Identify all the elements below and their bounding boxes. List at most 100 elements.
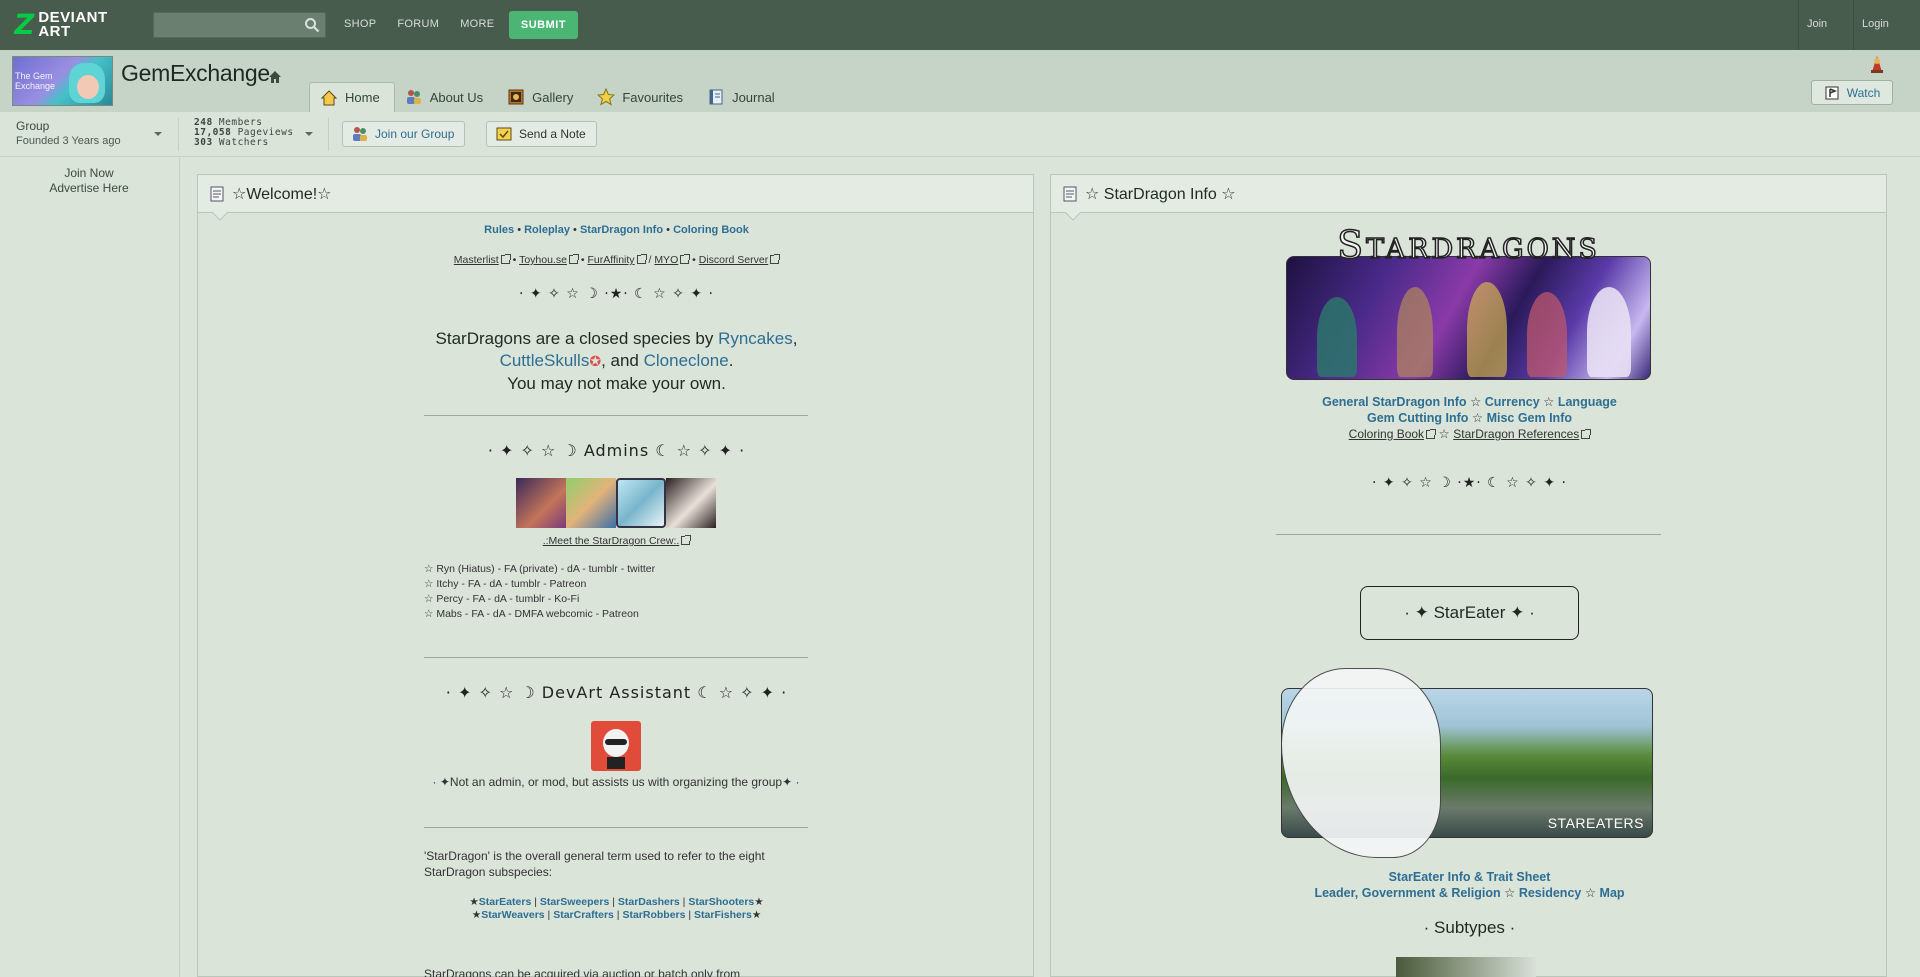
group-name[interactable]: GemExchange [121, 60, 270, 87]
group-type-label: Group [16, 119, 50, 133]
subspecies-link[interactable]: StarFishers [694, 909, 752, 921]
roleplay-link[interactable]: Roleplay [524, 224, 570, 236]
people-icon [406, 90, 421, 104]
subtype-image[interactable] [1396, 957, 1536, 977]
external-link-icon [681, 535, 692, 545]
stareaters-label: STAREATERS [1547, 815, 1644, 831]
watch-label: Watch [1846, 85, 1881, 100]
chevron-down-icon[interactable] [305, 132, 313, 136]
group-founded: Founded 3 Years ago [16, 135, 121, 147]
welcome-widget: ☆Welcome!☆ Rules • Roleplay • StarDragon… [197, 174, 1034, 977]
subspecies-link[interactable]: StarEaters [479, 896, 532, 908]
tab-gallery[interactable]: Gallery [497, 82, 587, 112]
chevron-down-icon[interactable] [154, 132, 162, 136]
tab-about-us[interactable]: About Us [395, 82, 497, 112]
general-info-link[interactable]: General StarDragon Info [1322, 395, 1466, 409]
stareater-info-link[interactable]: StarEater Info & Trait Sheet [1389, 870, 1551, 884]
subspecies-link[interactable]: StarCrafters [553, 909, 614, 921]
join-group-icon [353, 127, 367, 141]
stareaters-banner[interactable]: STAREATERS [1281, 668, 1653, 858]
subspecies-link[interactable]: StarSweepers [540, 896, 609, 908]
group-type[interactable]: Group Founded 3 Years ago [16, 119, 121, 149]
tab-favourites-label: Favourites [622, 89, 684, 105]
meet-crew-link[interactable]: .:Meet the StarDragon Crew:. [543, 535, 680, 547]
welcome-links: Rules • Roleplay • StarDragon Info • Col… [198, 224, 1035, 236]
deviantart-logo[interactable]: Z DEVIANT ART [11, 5, 144, 45]
furaffinity-link[interactable]: FurAffinity [587, 254, 634, 266]
star-icon [597, 88, 616, 106]
join-now-ad[interactable]: Join Now Advertise Here [0, 166, 178, 196]
tab-favourites[interactable]: Favourites [587, 82, 697, 112]
references-link[interactable]: StarDragon References [1453, 427, 1579, 441]
tab-journal[interactable]: Journal [697, 82, 789, 112]
term-description: 'StarDragon' is the overall general term… [424, 849, 765, 879]
admin-avatar-itchy[interactable] [566, 478, 616, 528]
join-group-button[interactable]: Join our Group [342, 121, 466, 147]
toyhouse-link[interactable]: Toyhou.se [519, 254, 567, 266]
link-separator: • [517, 224, 522, 236]
assistant-avatar[interactable] [591, 721, 641, 771]
admin-row-percy[interactable]: ☆ Percy - FA - dA - tumblr - Ko-Fi [424, 592, 824, 607]
document-icon [210, 186, 224, 201]
coloring-book-link[interactable]: Coloring Book [673, 224, 749, 236]
stareater-heading: · ✦ StarEater ✦ · [1360, 586, 1579, 640]
discord-link[interactable]: Discord Server [699, 254, 768, 266]
info-links: General StarDragon Info ☆ Currency ☆ Lan… [1322, 395, 1617, 441]
search-icon[interactable] [304, 17, 320, 33]
nav-divider [1798, 0, 1799, 50]
join-now-link[interactable]: Join Now [0, 166, 178, 181]
coloring-book-ext-link[interactable]: Coloring Book [1349, 427, 1424, 441]
rules-link[interactable]: Rules [484, 224, 514, 236]
search-input[interactable] [153, 12, 326, 38]
ryncakes-link[interactable]: Ryncakes [718, 329, 793, 348]
tab-home[interactable]: Home [309, 82, 395, 112]
masterlist-link[interactable]: Masterlist [454, 254, 499, 266]
cuttleskulls-link[interactable]: CuttleSkulls [500, 351, 590, 370]
myo-link[interactable]: MYO [654, 254, 678, 266]
acquire-text: StarDragons can be acquired via auction … [424, 967, 741, 977]
admin-avatar-ryn[interactable] [516, 478, 566, 528]
document-icon [1063, 186, 1077, 201]
star-divider: · ✦ ✧ ☆ ☽ ·★· ☾ ☆ ✧ ✦ · [1372, 475, 1567, 491]
assistant-note: · ✦Not an admin, or mod, but assists us … [432, 775, 800, 789]
group-avatar[interactable]: The Gem Exchange [12, 56, 113, 106]
join-link[interactable]: Join [1807, 18, 1827, 30]
language-link[interactable]: Language [1558, 395, 1617, 409]
nav-forum[interactable]: FORUM [397, 18, 439, 30]
watch-button[interactable]: Watch [1811, 80, 1893, 105]
subspecies-link[interactable]: StarShooters [688, 896, 754, 908]
submit-button[interactable]: SUBMIT [509, 11, 578, 39]
nav-shop[interactable]: SHOP [344, 18, 376, 30]
admin-row-ryn[interactable]: ☆ Ryn (Hiatus) - FA (private) - dA - tum… [424, 562, 824, 577]
advertise-link[interactable]: Advertise Here [0, 181, 178, 196]
species-intro: StarDragons are a closed species by Rync… [435, 329, 798, 393]
banner-title: Stardragons [1336, 222, 1600, 268]
admin-avatar-mabs[interactable] [666, 478, 716, 528]
link-separator: • [692, 254, 696, 266]
gem-cutting-link[interactable]: Gem Cutting Info [1367, 411, 1468, 425]
subspecies-link[interactable]: StarWeavers [481, 909, 544, 921]
admin-avatar-percy[interactable] [616, 478, 666, 528]
residency-link[interactable]: Residency [1519, 886, 1582, 900]
subspecies-link[interactable]: StarRobbers [622, 909, 685, 921]
stardragon-info-link[interactable]: StarDragon Info [580, 224, 663, 236]
map-link[interactable]: Map [1600, 886, 1625, 900]
external-link-icon [680, 254, 691, 264]
send-note-button[interactable]: Send a Note [486, 121, 597, 147]
login-link[interactable]: Login [1862, 18, 1889, 30]
stareater-links: StarEater Info & Trait Sheet Leader, Gov… [1314, 870, 1625, 900]
note-icon [496, 127, 512, 141]
misc-gem-link[interactable]: Misc Gem Info [1487, 411, 1572, 425]
subspecies-link[interactable]: StarDashers [618, 896, 680, 908]
currency-link[interactable]: Currency [1485, 395, 1540, 409]
stardragons-banner[interactable]: Stardragons [1286, 222, 1651, 381]
leader-link[interactable]: Leader, Government & Religion [1314, 886, 1500, 900]
group-badge-icon[interactable] [1868, 54, 1886, 74]
journal-icon [709, 89, 723, 105]
send-note-label: Send a Note [519, 127, 586, 141]
nav-more[interactable]: MORE [460, 18, 494, 30]
welcome-header: ☆Welcome!☆ [198, 175, 1033, 221]
cloneclone-link[interactable]: Cloneclone [644, 351, 729, 370]
admin-row-mabs[interactable]: ☆ Mabs - FA - dA - DMFA webcomic - Patre… [424, 607, 824, 622]
admin-row-itchy[interactable]: ☆ Itchy - FA - dA - tumblr - Patreon [424, 577, 824, 592]
